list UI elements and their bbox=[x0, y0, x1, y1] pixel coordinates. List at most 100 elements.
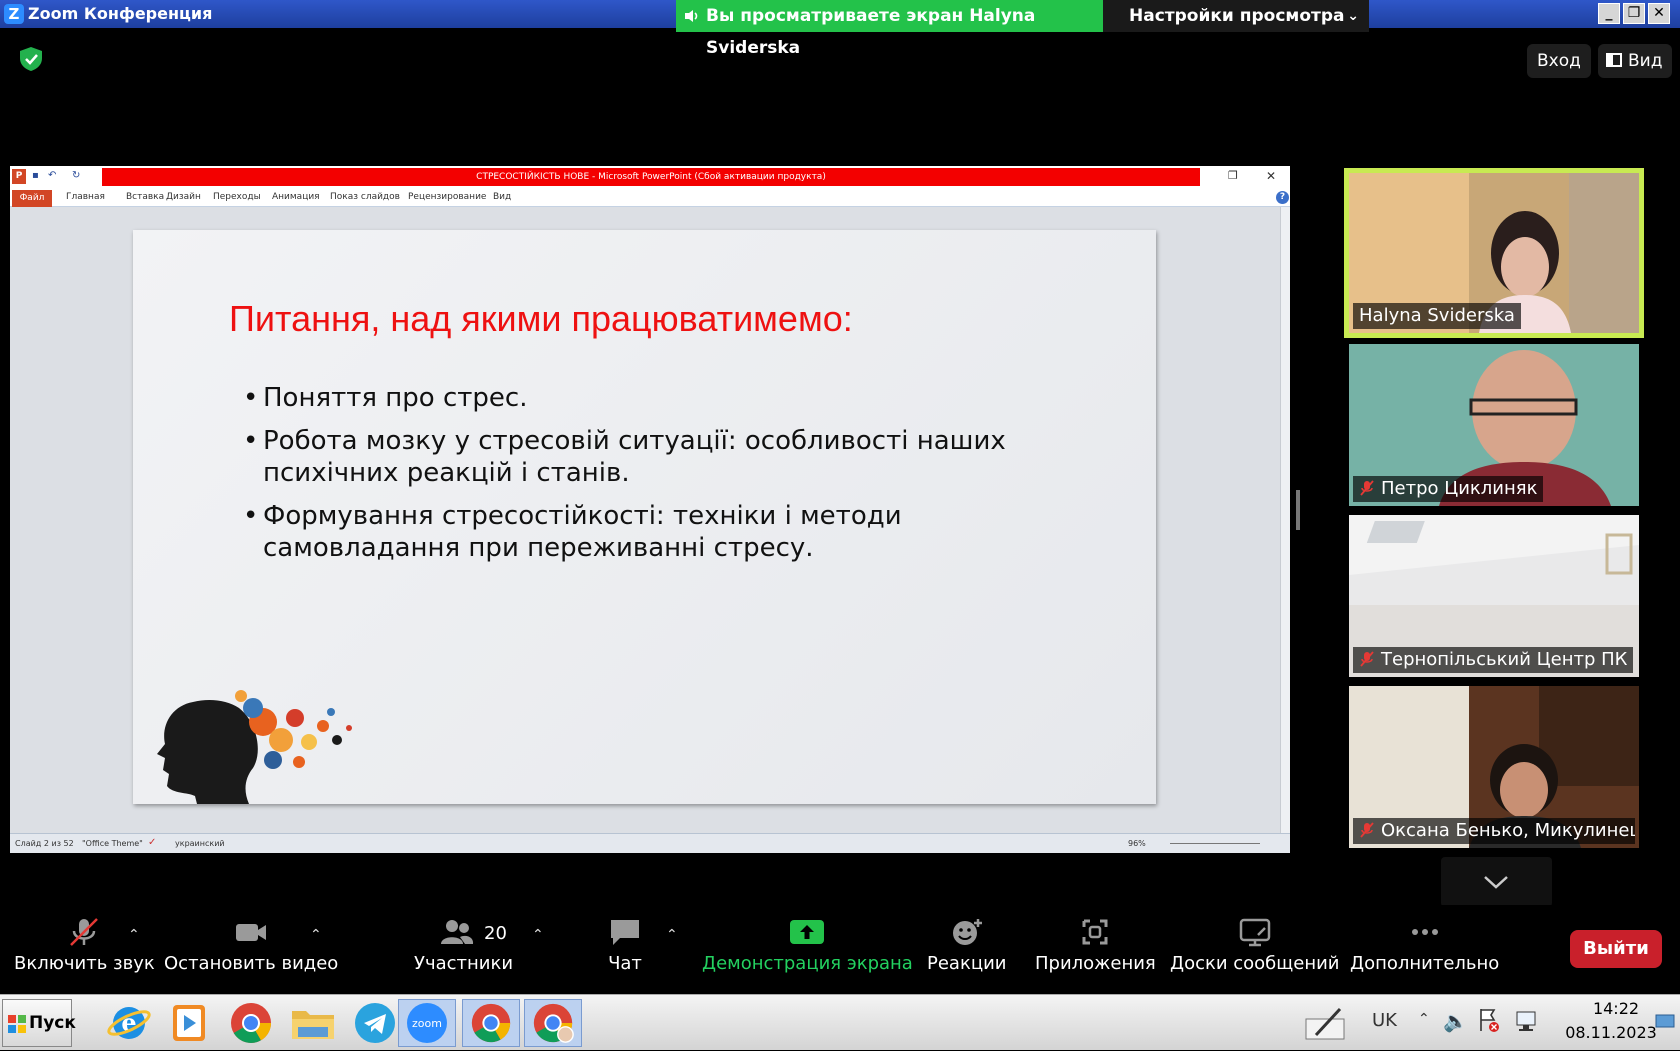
stop-video-button[interactable]: Остановить видео bbox=[164, 917, 338, 974]
ribbon-tab-review: Рецензирование bbox=[408, 192, 487, 202]
ribbon-tab-insert: Вставка bbox=[126, 192, 165, 202]
participant-tile[interactable]: Оксана Бенько, Микулинец... bbox=[1349, 686, 1639, 848]
participant-tile[interactable]: Петро Циклиняк bbox=[1349, 344, 1639, 506]
media-player-icon bbox=[173, 1005, 205, 1041]
audio-options-caret[interactable]: ⌃ bbox=[128, 927, 140, 943]
window-title: Zoom Конференция bbox=[28, 4, 213, 23]
zoom-slider bbox=[1170, 843, 1260, 844]
chevron-down-icon: ⌄ bbox=[1347, 8, 1359, 24]
mic-muted-icon bbox=[1360, 480, 1374, 496]
input-language-indicator[interactable]: UK bbox=[1372, 1010, 1397, 1031]
zoom-app-icon: zoom bbox=[407, 1003, 447, 1043]
windows-taskbar: Пуск e zoom UK ⌃ 🔈 14:22 08.11.2023 bbox=[0, 994, 1680, 1050]
participant-tile[interactable]: Halyna Sviderska bbox=[1344, 168, 1644, 338]
taskbar-chrome-profile[interactable] bbox=[524, 999, 582, 1047]
apps-label: Приложения bbox=[1035, 953, 1156, 974]
panel-splitter-handle[interactable] bbox=[1296, 490, 1300, 530]
enter-button[interactable]: Вход bbox=[1527, 44, 1591, 78]
mic-muted-icon bbox=[70, 918, 99, 946]
slide: Питання, над якими працюватимемо: Понятт… bbox=[133, 230, 1156, 804]
tray-expand-icon[interactable]: ⌃ bbox=[1418, 1011, 1430, 1027]
ppt-status-bar: Слайд 2 из 52 "Office Theme" ✓ украински… bbox=[10, 833, 1290, 853]
reactions-label: Реакции bbox=[927, 953, 1007, 974]
chat-button[interactable]: Чат bbox=[608, 917, 642, 974]
participant-name-text: Тернопільський Центр ПК bbox=[1381, 649, 1628, 670]
taskbar-file-explorer[interactable] bbox=[284, 999, 342, 1047]
status-slide-number: Слайд 2 из 52 bbox=[15, 839, 74, 848]
participant-name: Оксана Бенько, Микулинец... bbox=[1353, 818, 1635, 844]
participant-name: Halyna Sviderska bbox=[1353, 303, 1521, 329]
taskbar-chrome[interactable] bbox=[222, 999, 280, 1047]
ribbon-tab-view: Вид bbox=[493, 192, 512, 202]
status-language: украинский bbox=[175, 839, 225, 848]
participant-tile[interactable]: Тернопільський Центр ПК bbox=[1349, 515, 1639, 677]
ribbon-tab-slideshow: Показ слайдов bbox=[330, 192, 400, 202]
whiteboards-button[interactable]: Доски сообщений bbox=[1170, 917, 1339, 974]
taskbar-telegram[interactable] bbox=[346, 999, 404, 1047]
zoom-logo-icon: Z bbox=[4, 4, 24, 24]
chrome-icon bbox=[471, 1003, 511, 1043]
clock-date[interactable]: 08.11.2023 bbox=[1556, 1023, 1666, 1042]
taskbar-zoom[interactable]: zoom bbox=[398, 999, 456, 1047]
show-desktop-icon[interactable] bbox=[1654, 1009, 1676, 1031]
clock-time[interactable]: 14:22 bbox=[1576, 999, 1656, 1018]
windows-logo-icon bbox=[8, 1015, 26, 1033]
unmute-button[interactable]: Включить звук bbox=[14, 917, 155, 974]
status-theme: "Office Theme" bbox=[82, 839, 143, 848]
mic-muted-icon bbox=[1360, 651, 1374, 667]
chat-options-caret[interactable]: ⌃ bbox=[666, 927, 678, 943]
speaker-icon bbox=[685, 10, 698, 22]
taskbar-chrome-window[interactable] bbox=[462, 999, 520, 1047]
view-layout-icon bbox=[1606, 53, 1622, 67]
chrome-profile-icon bbox=[533, 1003, 574, 1043]
maximize-button[interactable]: ❐ bbox=[1623, 3, 1645, 24]
view-button[interactable]: Вид bbox=[1598, 44, 1673, 78]
slide-bullet-list: Поняття про стрес. Робота мозку у стресо… bbox=[243, 382, 1063, 575]
whiteboard-icon bbox=[1239, 918, 1270, 947]
taskbar-internet-explorer[interactable]: e bbox=[100, 999, 158, 1047]
participants-label: Участники bbox=[414, 953, 514, 974]
ribbon-tab-animation: Анимация bbox=[272, 192, 320, 202]
ppt-window-title: СТРЕСОСТІЙКІСТЬ НОВЕ - Microsoft PowerPo… bbox=[102, 168, 1200, 186]
view-settings-dropdown[interactable]: Настройки просмотра ⌄ bbox=[1103, 0, 1369, 32]
action-center-flag-icon[interactable] bbox=[1478, 1007, 1500, 1033]
more-dots-icon bbox=[1411, 929, 1438, 935]
chrome-icon bbox=[231, 1003, 271, 1043]
pen-input-icon[interactable] bbox=[1300, 1001, 1350, 1045]
apps-icon bbox=[1082, 919, 1108, 945]
video-options-caret[interactable]: ⌃ bbox=[310, 927, 322, 943]
share-screen-button[interactable]: Демонстрация экрана bbox=[702, 917, 913, 974]
leave-meeting-button[interactable]: Выйти bbox=[1570, 930, 1662, 968]
participants-options-caret[interactable]: ⌃ bbox=[532, 927, 544, 943]
participants-icon bbox=[441, 920, 474, 944]
ribbon-tab-design: Дизайн bbox=[166, 192, 201, 202]
meeting-toolbar: Включить звук ⌃ Остановить видео ⌃ 20 Уч… bbox=[0, 905, 1680, 994]
help-icon: ? bbox=[1276, 191, 1289, 204]
view-settings-label: Настройки просмотра bbox=[1129, 6, 1345, 26]
security-shield-icon[interactable] bbox=[18, 46, 44, 72]
taskbar-media-player[interactable] bbox=[160, 999, 218, 1047]
ribbon-tab-transitions: Переходы bbox=[213, 192, 261, 202]
more-button[interactable]: Дополнительно bbox=[1350, 917, 1499, 974]
start-label: Пуск bbox=[29, 1013, 76, 1033]
slide-title: Питання, над якими працюватимемо: bbox=[229, 298, 853, 339]
share-banner-text: Вы просматриваете экран Halyna Sviderska bbox=[706, 6, 1036, 58]
network-icon[interactable] bbox=[1514, 1009, 1538, 1033]
participant-name: Петро Циклиняк bbox=[1353, 476, 1544, 502]
minimize-button[interactable]: _ bbox=[1598, 3, 1620, 24]
participants-button[interactable]: 20 Участники bbox=[414, 917, 513, 974]
save-icon: ▪ bbox=[32, 170, 39, 181]
apps-button[interactable]: Приложения bbox=[1035, 917, 1156, 974]
screen-share-banner: Вы просматриваете экран Halyna Sviderska bbox=[676, 0, 1103, 58]
close-button[interactable]: ✕ bbox=[1648, 3, 1670, 24]
share-screen-icon bbox=[790, 920, 825, 944]
volume-icon[interactable]: 🔈 bbox=[1443, 1009, 1468, 1033]
chevron-down-icon bbox=[1484, 876, 1508, 889]
reactions-button[interactable]: Реакции bbox=[927, 917, 1006, 974]
gallery-scroll-down-button[interactable] bbox=[1441, 857, 1552, 907]
folder-icon bbox=[292, 1011, 334, 1039]
video-camera-icon bbox=[236, 924, 267, 941]
start-button[interactable]: Пуск bbox=[2, 999, 76, 1047]
slide-bullet: Поняття про стрес. bbox=[243, 382, 1063, 414]
powerpoint-icon: P bbox=[12, 169, 26, 184]
